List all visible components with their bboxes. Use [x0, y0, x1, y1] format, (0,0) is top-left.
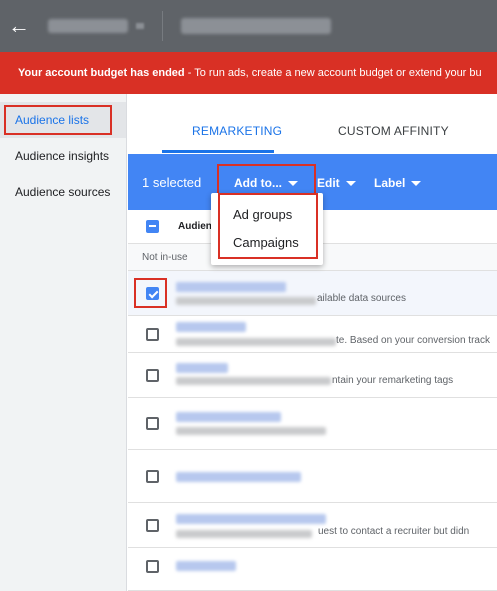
table-row[interactable]: ntain your remarketing tags — [128, 353, 497, 398]
banner-text: - To run ads, create a new account budge… — [184, 67, 482, 79]
row-checkbox[interactable] — [146, 470, 159, 483]
row-description: te. Based on your conversion track — [336, 335, 490, 346]
row-description: ntain your remarketing tags — [332, 375, 454, 386]
sidebar-item-audience-sources[interactable]: Audience sources — [0, 174, 126, 210]
caret-down-icon — [411, 181, 422, 187]
table-row[interactable] — [128, 548, 497, 591]
add-to-menu: Ad groups Campaigns — [211, 193, 323, 265]
tab-custom-affinity[interactable]: CUSTOM AFFINITY — [338, 94, 449, 154]
row-checkbox[interactable] — [146, 328, 159, 341]
table-row[interactable] — [128, 398, 497, 450]
audience-name-redacted[interactable] — [176, 363, 228, 373]
sidebar-item-audience-insights[interactable]: Audience insights — [0, 138, 126, 174]
chevron-down-icon[interactable] — [136, 23, 144, 29]
description-redacted — [176, 530, 312, 538]
add-to-label: Add to... — [234, 176, 282, 190]
row-checkbox[interactable] — [146, 287, 159, 300]
audience-name-redacted[interactable] — [176, 472, 301, 482]
banner-bold-text: Your account budget has ended — [18, 67, 185, 79]
table-row[interactable]: te. Based on your conversion track — [128, 316, 497, 353]
audience-name-redacted[interactable] — [176, 322, 246, 332]
table-row[interactable]: uest to contact a recruiter but didn — [128, 503, 497, 548]
row-description: uest to contact a recruiter but didn — [318, 526, 470, 537]
menu-item-ad-groups[interactable]: Ad groups — [211, 201, 323, 229]
edit-label: Edit — [317, 176, 340, 190]
row-checkbox[interactable] — [146, 369, 159, 382]
menu-item-campaigns[interactable]: Campaigns — [211, 229, 323, 257]
column-header-audience[interactable]: Audien — [178, 210, 212, 244]
audience-name-redacted[interactable] — [176, 412, 281, 422]
row-description: ailable data sources — [317, 293, 406, 304]
description-redacted — [176, 338, 336, 346]
audience-name-redacted[interactable] — [176, 514, 326, 524]
description-redacted — [176, 427, 326, 435]
tab-bar: REMARKETING CUSTOM AFFINITY — [128, 94, 497, 154]
table-row[interactable]: ailable data sources — [128, 271, 497, 316]
audience-name-redacted[interactable] — [176, 282, 286, 292]
sidebar: Audience lists Audience insights Audienc… — [0, 94, 127, 591]
description-redacted — [176, 377, 331, 385]
description-redacted — [176, 297, 316, 305]
account-name-redacted[interactable] — [48, 19, 128, 33]
caret-down-icon — [345, 181, 356, 187]
label-label: Label — [374, 176, 406, 190]
row-checkbox[interactable] — [146, 560, 159, 573]
select-all-checkbox[interactable] — [146, 220, 159, 233]
app-bar: ← — [0, 0, 497, 52]
divider — [162, 11, 163, 41]
sidebar-item-audience-lists[interactable]: Audience lists — [0, 102, 126, 138]
sidebar-item-label: Audience insights — [15, 149, 110, 163]
row-checkbox[interactable] — [146, 417, 159, 430]
active-tab-indicator — [162, 150, 274, 153]
audience-name-redacted[interactable] — [176, 561, 236, 571]
label-button[interactable]: Label — [374, 154, 422, 212]
tab-remarketing[interactable]: REMARKETING — [192, 94, 282, 154]
sidebar-item-label: Audience sources — [15, 185, 111, 199]
selected-count: 1 selected — [142, 175, 202, 190]
page-title-redacted — [181, 18, 331, 34]
sidebar-item-label: Audience lists — [15, 113, 90, 127]
caret-down-icon — [288, 181, 298, 187]
budget-alert-banner: Your account budget has ended - To run a… — [0, 52, 497, 94]
back-arrow-icon[interactable]: ← — [0, 0, 38, 52]
table-row[interactable] — [128, 450, 497, 503]
row-checkbox[interactable] — [146, 519, 159, 532]
